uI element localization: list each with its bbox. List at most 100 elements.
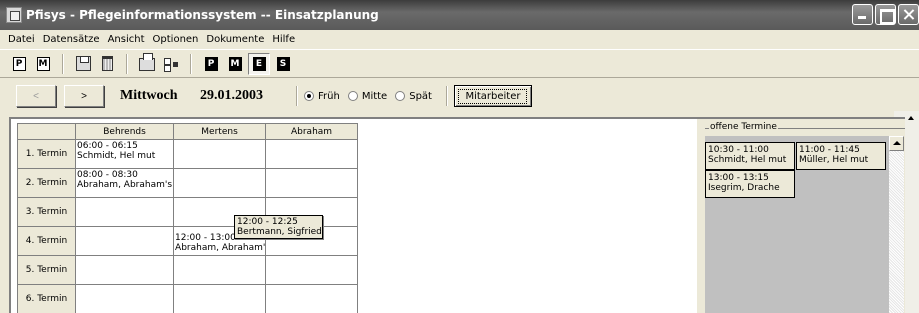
schedule-cell[interactable] xyxy=(265,168,359,198)
list-icon xyxy=(163,57,179,72)
shift-radio-mitte[interactable]: Mitte xyxy=(347,90,388,102)
radio-icon xyxy=(395,91,406,101)
toolbar-separator xyxy=(126,53,128,74)
p-doc-icon: P xyxy=(12,56,26,71)
staff-view-button[interactable]: M xyxy=(224,53,246,75)
schedule-cell[interactable] xyxy=(173,139,267,169)
appointment-time: 06:00 - 06:15 xyxy=(77,141,138,151)
title-bar: Pfisys - Pflegeinformationssystem -- Ein… xyxy=(0,0,919,30)
shift-radio-spaet[interactable]: Spät xyxy=(395,91,432,102)
column-header[interactable]: Behrends xyxy=(74,123,175,140)
schedule-cell[interactable]: 08:00 - 08:30 Abraham, Abraham's xyxy=(74,168,175,198)
printer-icon xyxy=(139,53,155,71)
column-header[interactable]: Mertens xyxy=(173,123,267,140)
appointment-time: 11:00 - 11:45 xyxy=(799,145,860,155)
dragged-appointment[interactable]: 12:00 - 12:25 Bertmann, Sigfried xyxy=(234,215,323,239)
appointment-name: Abraham, Abraham's xyxy=(77,180,173,190)
open-appointment[interactable]: 10:30 - 11:00 Schmidt, Hel mut xyxy=(705,142,795,170)
separator xyxy=(296,86,298,106)
delete-button[interactable] xyxy=(96,53,118,75)
header-row: Behrends Mertens Abraham xyxy=(17,123,359,140)
weekday-label: Mittwoch xyxy=(120,88,178,103)
schedule-cell[interactable] xyxy=(265,284,359,313)
print-button[interactable] xyxy=(136,53,158,75)
schedule-cell[interactable] xyxy=(74,255,175,285)
m-doc-icon: M xyxy=(36,56,50,71)
schedule-cell[interactable] xyxy=(173,255,267,285)
staff-button[interactable]: Mitarbeiter xyxy=(453,85,532,107)
schedule-cell[interactable]: 06:00 - 06:15 Schmidt, Hel mut xyxy=(74,139,175,169)
separator xyxy=(445,86,448,106)
menu-ansicht[interactable]: Ansicht xyxy=(104,34,149,45)
table-row: 2. Termin 08:00 - 08:30 Abraham, Abraham… xyxy=(17,168,359,198)
e-icon: E xyxy=(252,56,266,71)
scroll-up-button[interactable] xyxy=(889,136,904,151)
next-day-button[interactable]: > xyxy=(64,85,104,107)
schedule-cell[interactable] xyxy=(265,255,359,285)
appointment-time: 12:00 - 12:25 xyxy=(237,217,298,227)
menu-datei[interactable]: Datei xyxy=(4,34,39,45)
schedule-grid-area: Behrends Mertens Abraham 1. Termin 06:00… xyxy=(11,119,697,313)
menu-dokumente[interactable]: Dokumente xyxy=(202,34,268,45)
row-header: 6. Termin xyxy=(17,284,76,313)
column-header[interactable]: Abraham xyxy=(265,123,359,140)
staff-doc-button[interactable]: M xyxy=(32,53,54,75)
row-header: 3. Termin xyxy=(17,197,76,227)
menu-hilfe[interactable]: Hilfe xyxy=(268,34,299,45)
patient-view-button[interactable]: P xyxy=(200,53,222,75)
appointment-name: Schmidt, Hel mut xyxy=(77,151,156,161)
appointment-time: 13:00 - 13:15 xyxy=(708,173,769,183)
planning-view-button[interactable]: E xyxy=(248,52,270,75)
list-scrollbar[interactable] xyxy=(889,136,904,313)
window-controls xyxy=(852,4,919,25)
app-icon xyxy=(6,7,22,23)
minimize-button[interactable] xyxy=(852,4,873,25)
schedule-cell[interactable] xyxy=(74,284,175,313)
shift-label: Spät xyxy=(409,90,432,102)
close-button[interactable] xyxy=(898,4,919,25)
row-header: 5. Termin xyxy=(17,255,76,285)
toolbar-separator xyxy=(62,53,64,74)
date-navigation: < > Mittwoch 29.01.2003 Früh Mitte Spät … xyxy=(0,80,919,112)
schedule-cell[interactable] xyxy=(173,284,267,313)
menu-optionen[interactable]: Optionen xyxy=(149,34,203,45)
stats-view-button[interactable]: S xyxy=(272,53,294,75)
appointment-time: 08:00 - 08:30 xyxy=(77,170,138,180)
table-row: 1. Termin 06:00 - 06:15 Schmidt, Hel mut xyxy=(17,139,359,169)
corner-cell xyxy=(17,123,76,140)
row-header: 4. Termin xyxy=(17,226,76,256)
open-appointment[interactable]: 13:00 - 13:15 Isegrim, Drache xyxy=(705,170,795,198)
shift-radio-frueh[interactable]: Früh xyxy=(304,91,340,102)
open-appointments-panel: offene Termine 10:30 - 11:00 Schmidt, He… xyxy=(697,119,905,313)
shift-label: Früh xyxy=(318,90,340,102)
save-button[interactable] xyxy=(72,53,94,75)
save-icon xyxy=(75,56,91,71)
open-appointments-list: 10:30 - 11:00 Schmidt, Hel mut 11:00 - 1… xyxy=(705,136,904,313)
row-header: 1. Termin xyxy=(17,139,76,169)
open-appointments-label: offene Termine xyxy=(709,122,778,132)
appointment-time: 10:30 - 11:00 xyxy=(708,145,769,155)
prev-day-button[interactable]: < xyxy=(16,85,56,107)
maximize-button[interactable] xyxy=(875,4,896,25)
appointment-name: Müller, Hel mut xyxy=(799,155,869,165)
shift-label: Mitte xyxy=(361,90,388,102)
menu-datensaetze[interactable]: Datensätze xyxy=(39,34,104,45)
toolbar: P M P M E S xyxy=(0,49,919,78)
patient-button[interactable]: P xyxy=(8,53,30,75)
appointment-name: Schmidt, Hel mut xyxy=(708,155,787,165)
schedule-cell[interactable] xyxy=(74,197,175,227)
s-icon: S xyxy=(276,56,290,71)
p-icon: P xyxy=(204,56,218,71)
open-appointment[interactable]: 11:00 - 11:45 Müller, Hel mut xyxy=(796,142,886,170)
toolbar-separator xyxy=(190,53,192,74)
menu-bar: Datei Datensätze Ansicht Optionen Dokume… xyxy=(0,30,919,48)
list-button[interactable] xyxy=(160,53,182,75)
appointment-name: Abraham, Abraham's xyxy=(175,243,266,253)
schedule-cell[interactable] xyxy=(173,168,267,198)
staff-button-label: Mitarbeiter xyxy=(458,88,528,104)
scroll-up-icon xyxy=(908,116,914,120)
date-label: 29.01.2003 xyxy=(200,88,263,103)
schedule-cell[interactable] xyxy=(265,139,359,169)
schedule-cell[interactable] xyxy=(74,226,175,256)
row-header: 2. Termin xyxy=(17,168,76,198)
